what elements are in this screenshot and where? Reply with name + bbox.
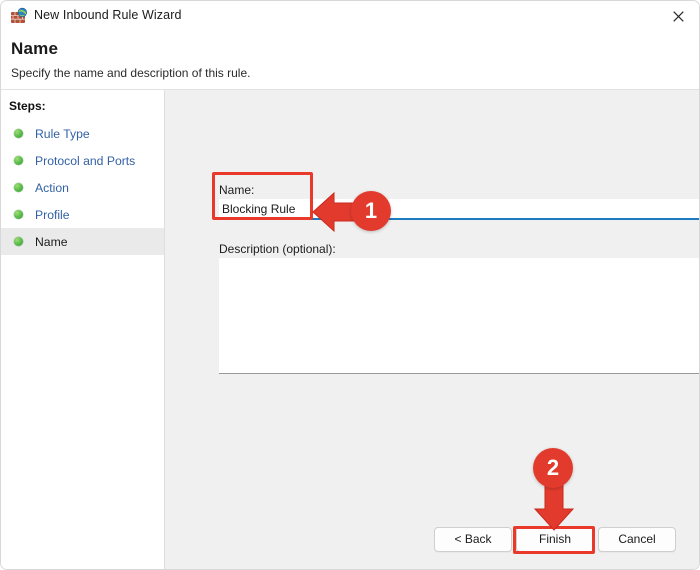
page-subtitle: Specify the name and description of this… xyxy=(11,66,251,80)
sidebar-item-action[interactable]: Action xyxy=(1,174,164,201)
sidebar-item-label: Profile xyxy=(35,207,70,222)
firewall-icon xyxy=(10,7,28,25)
steps-heading: Steps: xyxy=(9,99,46,113)
green-dot-icon xyxy=(14,237,23,246)
back-button[interactable]: < Back xyxy=(434,527,512,552)
description-input[interactable] xyxy=(219,258,699,374)
title-bar: New Inbound Rule Wizard xyxy=(1,1,699,31)
sidebar-item-label: Protocol and Ports xyxy=(35,153,136,168)
sidebar-item-rule-type[interactable]: Rule Type xyxy=(1,120,164,147)
description-field-label: Description (optional): xyxy=(219,242,336,256)
name-input-wrapper xyxy=(219,199,699,221)
sidebar-item-profile[interactable]: Profile xyxy=(1,201,164,228)
sidebar-item-label: Action xyxy=(35,180,69,195)
wizard-window: New Inbound Rule Wizard Name Specify the… xyxy=(0,0,700,570)
steps-sidebar: Steps: Rule Type Protocol and Ports Acti… xyxy=(1,90,165,569)
steps-list: Rule Type Protocol and Ports Action Prof… xyxy=(1,120,164,255)
cancel-button[interactable]: Cancel xyxy=(598,527,676,552)
annotation-badge-1: 1 xyxy=(351,191,391,231)
green-dot-icon xyxy=(14,156,23,165)
page-header: Name Specify the name and description of… xyxy=(1,31,699,89)
green-dot-icon xyxy=(14,210,23,219)
close-icon[interactable] xyxy=(656,1,699,31)
sidebar-item-label: Rule Type xyxy=(35,126,90,141)
name-input[interactable] xyxy=(219,199,699,220)
green-dot-icon xyxy=(14,129,23,138)
main-content: Name: Description (optional): xyxy=(165,90,699,569)
green-dot-icon xyxy=(14,183,23,192)
annotation-badge-2: 2 xyxy=(533,448,573,488)
sidebar-item-label: Name xyxy=(35,234,68,249)
page-title: Name xyxy=(11,39,59,58)
name-field-label: Name: xyxy=(219,183,255,197)
wizard-footer: < Back Finish Cancel xyxy=(165,506,699,569)
window-title: New Inbound Rule Wizard xyxy=(34,8,182,22)
sidebar-item-protocol-and-ports[interactable]: Protocol and Ports xyxy=(1,147,164,174)
sidebar-item-name[interactable]: Name xyxy=(1,228,164,255)
